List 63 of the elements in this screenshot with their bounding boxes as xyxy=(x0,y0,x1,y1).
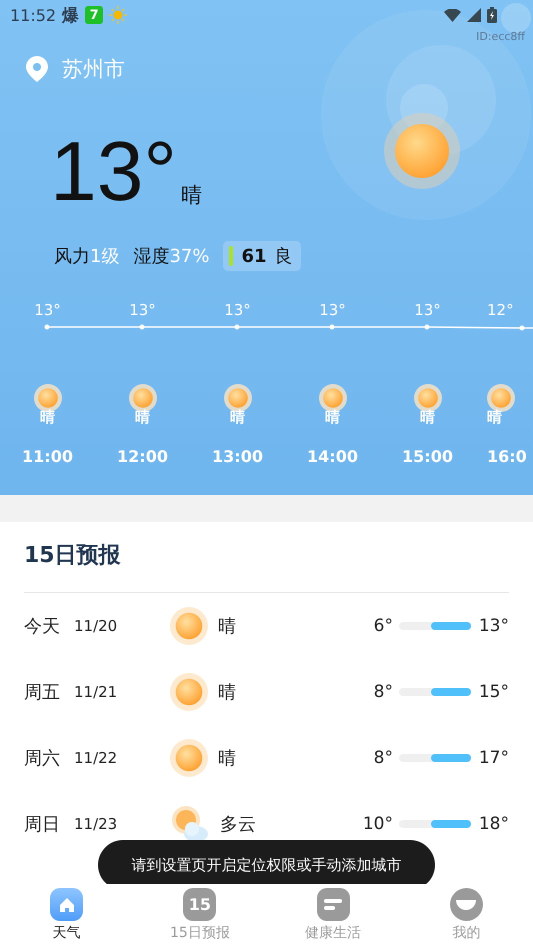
low-temperature: 8° xyxy=(372,748,393,768)
hourly-condition: 晴 xyxy=(135,408,150,427)
hourly-time: 11:00 xyxy=(22,447,73,466)
hourly-condition: 晴 xyxy=(40,408,55,427)
sun-icon xyxy=(384,113,460,189)
smile-icon xyxy=(450,888,483,921)
hourly-temperature: 13° xyxy=(414,301,441,321)
forecast-date: 11/22 xyxy=(74,749,118,767)
air-quality-chip[interactable]: 61 良 xyxy=(223,241,301,271)
device-id: ID:ecc8ff xyxy=(476,30,525,43)
forecast-condition: 晴 xyxy=(218,615,237,638)
current-condition: 晴 xyxy=(181,182,202,209)
forecast-day: 周日 xyxy=(24,812,74,836)
hourly-time: 14:00 xyxy=(307,447,358,466)
forecast-condition: 晴 xyxy=(218,747,237,770)
signal-icon xyxy=(467,8,481,22)
low-temperature: 6° xyxy=(372,616,393,636)
hourly-condition: 晴 xyxy=(420,408,435,427)
wind-level: 风力 1级 xyxy=(54,245,120,268)
humidity: 湿度37% xyxy=(133,245,210,268)
high-temperature: 15° xyxy=(478,682,509,702)
notification-badge: 7 xyxy=(85,6,104,24)
list-icon xyxy=(316,888,350,921)
hourly-time: 15:00 xyxy=(402,447,453,466)
sun-icon xyxy=(109,6,128,24)
section-title: 15日预报 xyxy=(24,542,122,570)
location-pin-icon xyxy=(26,56,48,82)
sun-icon xyxy=(170,607,208,645)
forecast-date: 11/21 xyxy=(74,683,118,701)
low-temperature: 10° xyxy=(362,814,393,834)
forecast-date: 11/23 xyxy=(74,815,118,833)
high-temperature: 13° xyxy=(478,616,509,636)
sun-icon xyxy=(170,739,208,777)
city-name[interactable]: 苏州市 xyxy=(62,55,125,83)
hourly-temperature: 13° xyxy=(224,301,251,321)
wifi-icon xyxy=(444,8,461,22)
low-temperature: 8° xyxy=(372,682,393,702)
hourly-temperature: 12° xyxy=(487,301,514,321)
notification-glyph: 爆 xyxy=(62,4,80,26)
current-temperature: 13° xyxy=(50,129,178,213)
hourly-time: 12:00 xyxy=(117,447,168,466)
high-temperature: 17° xyxy=(478,748,509,768)
battery-icon xyxy=(487,7,497,23)
hourly-time: 16:0 xyxy=(487,447,527,466)
hourly-time: 13:00 xyxy=(212,447,263,466)
hourly-condition: 晴 xyxy=(230,408,245,427)
hourly-condition: 晴 xyxy=(325,408,340,427)
sun-icon xyxy=(170,673,208,711)
high-temperature: 18° xyxy=(478,814,509,834)
forecast-day: 今天 xyxy=(24,614,74,638)
forecast-condition: 多云 xyxy=(220,813,257,836)
forecast-condition: 晴 xyxy=(218,681,237,704)
calendar-icon: 15 xyxy=(183,888,216,921)
forecast-day: 周五 xyxy=(24,680,74,704)
hourly-temperature: 13° xyxy=(129,301,156,321)
hourly-temperature: 13° xyxy=(34,301,61,321)
hourly-temperature: 13° xyxy=(319,301,346,321)
aqi-indicator xyxy=(229,246,234,266)
home-icon xyxy=(50,888,84,921)
status-time: 11:52 xyxy=(10,6,56,24)
forecast-day: 周六 xyxy=(24,746,74,770)
hourly-condition: 晴 xyxy=(487,408,502,427)
forecast-date: 11/20 xyxy=(74,617,118,635)
